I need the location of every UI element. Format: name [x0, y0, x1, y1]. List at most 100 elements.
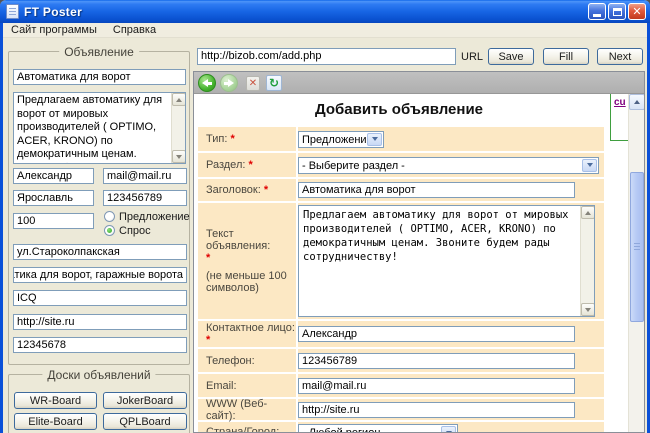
browser-toolbar: ✕ ↻ [194, 72, 644, 94]
menu-help[interactable]: Справка [105, 23, 164, 37]
maximize-button[interactable] [608, 3, 626, 20]
number-input[interactable]: 12345678 [13, 337, 187, 353]
url-input[interactable]: http://bizob.com/add.php [197, 48, 456, 65]
phone-input[interactable]: 123456789 [103, 190, 187, 206]
form-row-contact: Контактное лицо: * Александр [198, 321, 604, 347]
menu-site[interactable]: Сайт программы [3, 23, 105, 37]
contact-label-cell: Контактное лицо: * [198, 321, 296, 347]
scrollbar-thumb[interactable] [630, 172, 644, 322]
page-textarea-scrollbar[interactable] [580, 206, 594, 316]
www-label-cell: WWW (Веб-сайт): [198, 399, 296, 420]
forward-arrow-icon [224, 79, 234, 87]
form-row-phone: Телефон: 123456789 [198, 349, 604, 372]
radio-demand[interactable]: Спрос [104, 224, 151, 237]
ad-text-page-textarea[interactable]: Предлагаем автоматику для ворот от миров… [298, 205, 595, 317]
form-row-heading: Заголовок: * Автоматика для ворот [198, 179, 604, 201]
radio-offer[interactable]: Предложение [104, 210, 190, 223]
phone-page-input[interactable]: 123456789 [298, 353, 575, 369]
app-icon [6, 4, 19, 19]
minimize-button[interactable] [588, 3, 606, 20]
ad-text-value: Предлагаем автоматику для ворот от миров… [14, 93, 171, 163]
web-page: cu Добавить объявление Тип: * Предложени… [194, 94, 644, 432]
scroll-down-icon[interactable] [172, 150, 186, 163]
form-row-www: WWW (Веб-сайт): http://site.ru [198, 399, 604, 420]
form-row-type: Тип: * Предложение [198, 127, 604, 151]
address-input[interactable]: ул.Староколпакская [13, 244, 187, 260]
titlebar[interactable]: FT Poster ✕ [0, 0, 650, 23]
section-label-cell: Раздел: * [198, 153, 296, 177]
ad-title-input[interactable]: Автоматика для ворот [13, 69, 186, 85]
next-button[interactable]: Next [597, 48, 643, 65]
heading-input[interactable]: Автоматика для ворот [298, 182, 575, 198]
page-scrollbar[interactable] [628, 94, 644, 432]
fill-button[interactable]: Fill [543, 48, 589, 65]
maximize-icon [613, 8, 622, 16]
phone-label-cell: Телефон: [198, 349, 296, 372]
required-asterisk: * [248, 159, 252, 171]
qplboard-button[interactable]: QPLBoard [103, 413, 187, 430]
boards-groupbox-title: Доски объявлений [42, 368, 155, 382]
jokerboard-button[interactable]: JokerBoard [103, 392, 187, 409]
scroll-up-icon[interactable] [172, 93, 186, 106]
radio-demand-icon[interactable] [104, 225, 115, 236]
ad-text-scrollbar[interactable] [171, 93, 185, 163]
chevron-down-icon[interactable] [582, 159, 597, 172]
region-select[interactable]: - Любой регион - [298, 424, 458, 432]
close-icon: ✕ [632, 6, 641, 17]
keywords-input[interactable]: томатика для ворот, гаражные ворота [13, 267, 187, 283]
email-label-cell: Email: [198, 374, 296, 397]
price-input[interactable]: 100 [13, 213, 94, 229]
stop-icon: ✕ [249, 78, 257, 89]
back-button[interactable] [198, 74, 216, 92]
www-page-input[interactable]: http://site.ru [298, 402, 575, 418]
back-arrow-icon [202, 79, 212, 87]
window-border-left [0, 0, 3, 433]
save-button[interactable]: Save [488, 48, 534, 65]
app-window: FT Poster ✕ Сайт программы Справка Объяв… [0, 0, 650, 433]
page-title: Добавить объявление [194, 101, 604, 118]
form-row-text: Текст объявления: * (не меньше 100 симво… [198, 203, 604, 319]
scroll-up-icon[interactable] [581, 206, 595, 219]
minimize-icon [593, 14, 601, 17]
web-form: Тип: * Предложение Раздел: * [198, 127, 604, 432]
radio-offer-icon[interactable] [104, 211, 115, 222]
close-button[interactable]: ✕ [628, 3, 646, 20]
chevron-down-icon[interactable] [441, 426, 456, 432]
text-note: (не меньше 100 символов) [206, 270, 292, 294]
ad-text-textarea[interactable]: Предлагаем автоматику для ворот от миров… [13, 92, 186, 164]
website-input[interactable]: http://site.ru [13, 314, 187, 330]
scroll-down-icon[interactable] [581, 303, 595, 316]
stop-button[interactable]: ✕ [246, 76, 260, 91]
type-select[interactable]: Предложение [298, 131, 384, 148]
region-label-cell: Страна/Город: [198, 422, 296, 432]
url-label: URL [461, 51, 483, 63]
email-input[interactable]: mail@mail.ru [103, 168, 187, 184]
contact-name-input[interactable]: Александр [13, 168, 94, 184]
counter-link[interactable]: cu [614, 97, 626, 108]
form-row-email: Email: mail@mail.ru [198, 374, 604, 397]
window-title: FT Poster [24, 5, 82, 19]
city-input[interactable]: Ярославль [13, 190, 94, 206]
refresh-button[interactable]: ↻ [266, 75, 282, 91]
elite-board-button[interactable]: Elite-Board [14, 413, 97, 430]
required-asterisk: * [230, 133, 234, 145]
radio-offer-label: Предложение [119, 211, 190, 223]
type-label-cell: Тип: * [198, 127, 296, 151]
ad-text-page-value: Предлагаем автоматику для ворот от миров… [299, 206, 580, 316]
radio-demand-label: Спрос [119, 225, 151, 237]
required-asterisk: * [206, 252, 296, 264]
forward-button[interactable] [220, 74, 238, 92]
text-label-cell: Текст объявления: * (не меньше 100 симво… [198, 203, 296, 319]
required-asterisk: * [264, 184, 268, 196]
required-asterisk: * [206, 334, 296, 346]
wr-board-button[interactable]: WR-Board [14, 392, 97, 409]
form-row-section: Раздел: * - Выберите раздел - [198, 153, 604, 177]
section-select[interactable]: - Выберите раздел - [298, 157, 599, 174]
icq-input[interactable]: ICQ [13, 290, 187, 306]
contact-page-input[interactable]: Александр [298, 326, 575, 342]
chevron-down-icon[interactable] [367, 133, 382, 146]
heading-label-cell: Заголовок: * [198, 179, 296, 201]
scroll-up-icon[interactable] [629, 94, 644, 110]
email-page-input[interactable]: mail@mail.ru [298, 378, 575, 394]
form-row-region: Страна/Город: - Любой регион - [198, 422, 604, 432]
